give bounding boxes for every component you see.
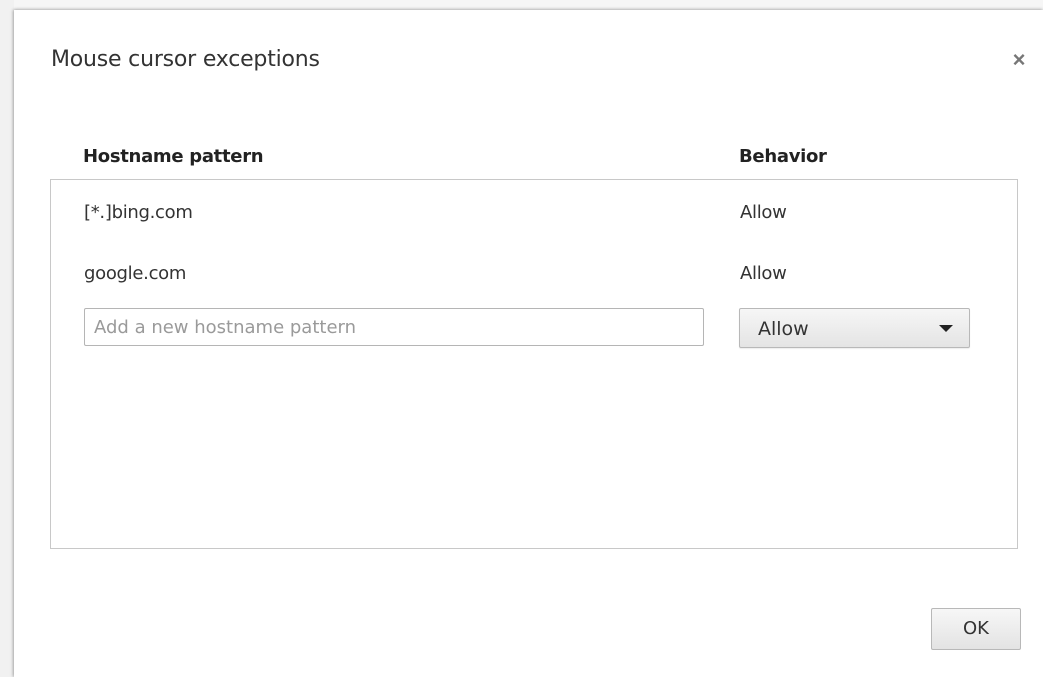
row-behavior: Allow: [740, 202, 787, 223]
close-icon[interactable]: ×: [1007, 48, 1031, 72]
backdrop-top-strip: [0, 0, 1043, 10]
backdrop-left-strip: [0, 0, 14, 677]
row-behavior: Allow: [740, 263, 787, 284]
chevron-down-icon: [939, 325, 953, 332]
exceptions-list: [*.]bing.com Allow google.com Allow Allo…: [50, 179, 1018, 549]
behavior-select-value: Allow: [758, 318, 809, 340]
behavior-select[interactable]: Allow: [739, 308, 970, 348]
column-header-behavior: Behavior: [739, 146, 827, 167]
row-pattern: [*.]bing.com: [84, 202, 193, 223]
ok-button[interactable]: OK: [931, 608, 1021, 650]
new-hostname-pattern-input[interactable]: [84, 308, 704, 346]
mouse-cursor-exceptions-dialog: Mouse cursor exceptions × Hostname patte…: [14, 10, 1043, 677]
row-pattern: google.com: [84, 263, 187, 284]
dialog-title: Mouse cursor exceptions: [51, 47, 320, 72]
column-header-hostname: Hostname pattern: [83, 146, 264, 167]
